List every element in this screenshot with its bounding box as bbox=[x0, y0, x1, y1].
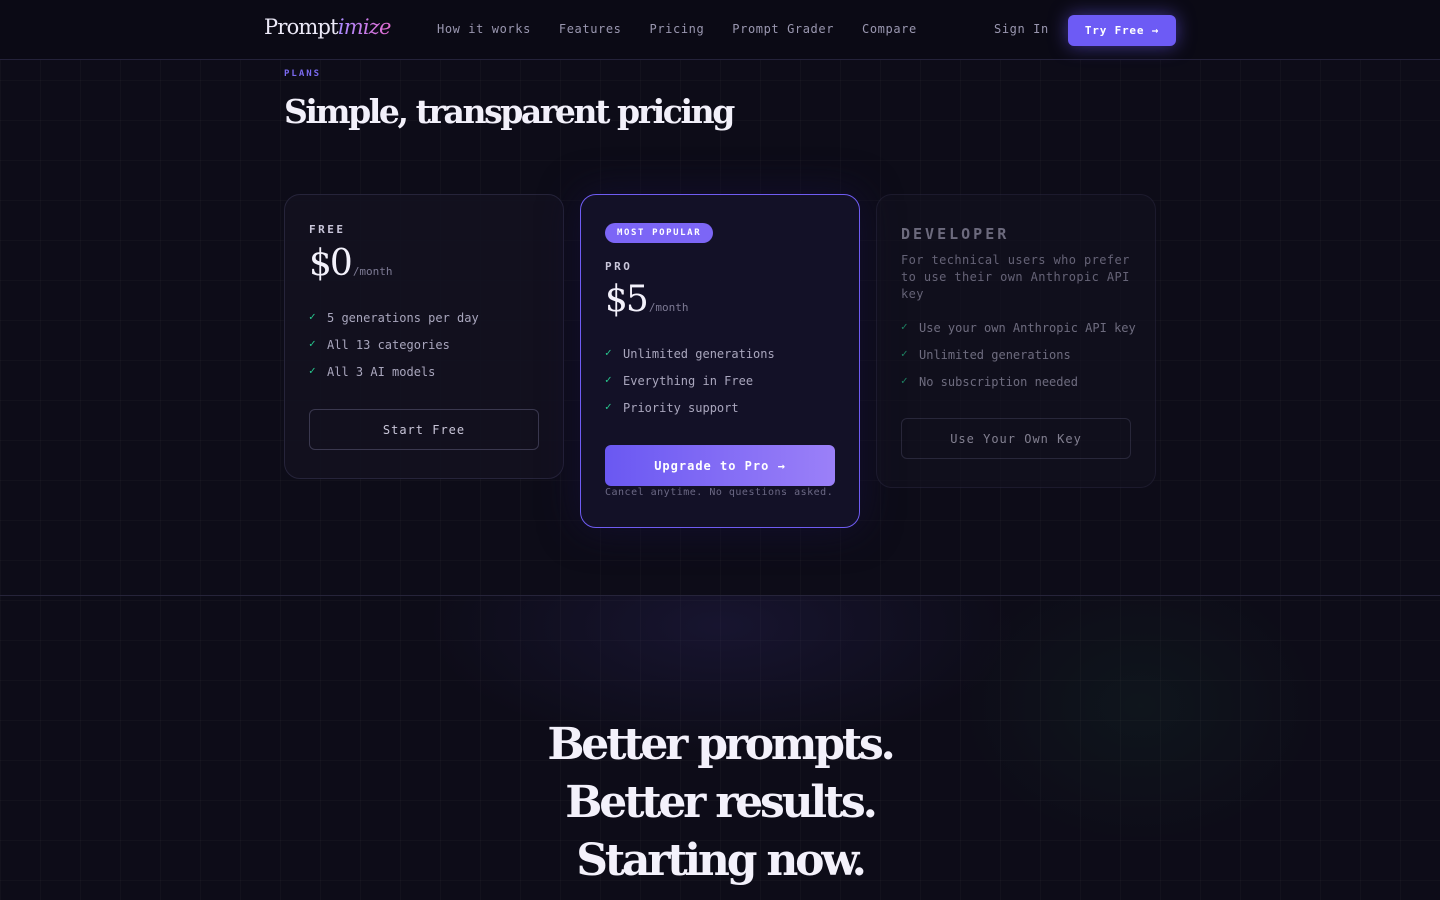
check-icon: ✓ bbox=[309, 310, 316, 323]
developer-description: For technical users who prefer to use th… bbox=[901, 253, 1130, 301]
free-tier-label: FREE bbox=[309, 223, 346, 236]
check-icon: ✓ bbox=[605, 400, 612, 413]
check-icon: ✓ bbox=[901, 347, 908, 360]
nav-link-compare[interactable]: Compare bbox=[862, 22, 917, 36]
cta-line: Better results. bbox=[565, 777, 878, 828]
nav-links: How it works Features Pricing Prompt Gra… bbox=[437, 22, 917, 36]
list-item: ✓ Priority support bbox=[605, 400, 775, 428]
pro-price-period: /month bbox=[648, 301, 689, 314]
pro-plan-card: MOST POPULAR PRO $5 /month ✓ Unlimited ge… bbox=[580, 194, 860, 528]
feature-text: Use your own Anthropic API key bbox=[919, 321, 1136, 335]
cta-headline: Better prompts. Better results. Starting… bbox=[0, 716, 1440, 890]
list-item: ✓ Unlimited generations bbox=[901, 347, 1136, 375]
nav-link-pricing[interactable]: Pricing bbox=[650, 22, 705, 36]
feature-text: Unlimited generations bbox=[919, 348, 1071, 362]
free-feature-list: ✓ 5 generations per day ✓ All 13 categorie… bbox=[309, 310, 479, 392]
feature-text: All 13 categories bbox=[327, 338, 450, 352]
pro-price: $5 bbox=[605, 279, 649, 320]
free-price-row: $0 /month bbox=[309, 243, 393, 284]
top-nav: Promptimize How it works Features Pricin… bbox=[0, 0, 1440, 60]
developer-feature-list: ✓ Use your own Anthropic API key ✓ Unlimit… bbox=[901, 320, 1136, 402]
logo[interactable]: Promptimize bbox=[264, 15, 391, 39]
upgrade-to-pro-button[interactable]: Upgrade to Pro → bbox=[605, 445, 835, 486]
list-item: ✓ All 3 AI models bbox=[309, 364, 479, 392]
start-free-button[interactable]: Start Free bbox=[309, 409, 539, 450]
nav-link-prompt-grader[interactable]: Prompt Grader bbox=[732, 22, 834, 36]
nav-link-features[interactable]: Features bbox=[559, 22, 622, 36]
use-your-own-key-button[interactable]: Use Your Own Key bbox=[901, 418, 1131, 459]
check-icon: ✓ bbox=[605, 373, 612, 386]
list-item: ✓ 5 generations per day bbox=[309, 310, 479, 338]
cta-line: Starting now. bbox=[576, 835, 867, 886]
try-free-button[interactable]: Try Free → bbox=[1068, 15, 1176, 46]
plans-eyebrow: PLANS bbox=[284, 69, 322, 79]
pricing-page: Promptimize How it works Features Pricin… bbox=[0, 0, 1440, 900]
list-item: ✓ Use your own Anthropic API key bbox=[901, 320, 1136, 348]
feature-text: All 3 AI models bbox=[327, 365, 436, 379]
nav-link-how-it-works[interactable]: How it works bbox=[437, 22, 531, 36]
feature-text: Unlimited generations bbox=[623, 347, 775, 361]
pro-feature-list: ✓ Unlimited generations ✓ Everything in Fr… bbox=[605, 346, 775, 428]
list-item: ✓ Everything in Free bbox=[605, 373, 775, 401]
feature-text: Priority support bbox=[623, 401, 739, 415]
free-price-period: /month bbox=[352, 265, 393, 278]
pro-price-row: $5 /month bbox=[605, 279, 689, 320]
check-icon: ✓ bbox=[309, 364, 316, 377]
developer-plan-card: DEVELOPER For technical users who prefer… bbox=[876, 194, 1156, 488]
sign-in-link[interactable]: Sign In bbox=[994, 22, 1049, 36]
free-plan-card: FREE $0 /month ✓ 5 generations per day ✓ A… bbox=[284, 194, 564, 479]
developer-tier-label: DEVELOPER bbox=[901, 225, 1010, 243]
logo-accent-text: imize bbox=[337, 15, 392, 39]
cancel-anytime-note: Cancel anytime. No questions asked. bbox=[605, 487, 834, 498]
list-item: ✓ No subscription needed bbox=[901, 374, 1136, 402]
check-icon: ✓ bbox=[309, 337, 316, 350]
feature-text: Everything in Free bbox=[623, 374, 754, 388]
logo-text: Prompt bbox=[264, 15, 339, 39]
most-popular-badge: MOST POPULAR bbox=[605, 223, 714, 243]
list-item: ✓ All 13 categories bbox=[309, 337, 479, 365]
feature-text: 5 generations per day bbox=[327, 311, 479, 325]
pro-tier-label: PRO bbox=[605, 260, 633, 273]
list-item: ✓ Unlimited generations bbox=[605, 346, 775, 374]
feature-text: No subscription needed bbox=[919, 375, 1078, 389]
check-icon: ✓ bbox=[901, 374, 908, 387]
cta-line: Better prompts. bbox=[547, 719, 896, 770]
check-icon: ✓ bbox=[901, 320, 908, 333]
free-price: $0 bbox=[309, 243, 353, 284]
pricing-title: Simple, transparent pricing bbox=[284, 92, 735, 131]
check-icon: ✓ bbox=[605, 346, 612, 359]
